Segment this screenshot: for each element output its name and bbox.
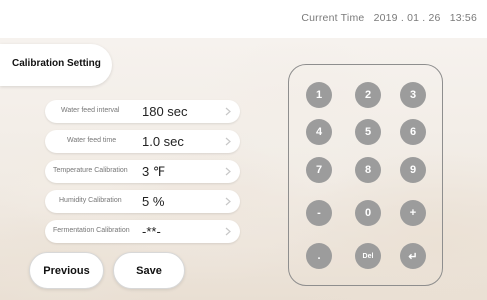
key-8[interactable]: 8 bbox=[355, 157, 381, 183]
setting-label: Water feed time bbox=[67, 137, 117, 144]
chevron-right-icon bbox=[225, 167, 231, 176]
key-4[interactable]: 4 bbox=[306, 119, 332, 145]
chevron-right-icon bbox=[225, 197, 231, 206]
key-3[interactable]: 3 bbox=[400, 82, 426, 108]
page-title: Calibration Setting bbox=[12, 58, 101, 69]
key-plus[interactable]: + bbox=[400, 200, 426, 226]
key-0[interactable]: 0 bbox=[355, 200, 381, 226]
chevron-right-icon bbox=[225, 137, 231, 146]
save-button[interactable]: Save bbox=[113, 252, 185, 289]
page-title-tab: Calibration Setting bbox=[0, 44, 112, 86]
setting-label: Humidity Calibration bbox=[59, 197, 122, 204]
setting-label: Temperature Calibration bbox=[53, 167, 128, 174]
setting-row-water-feed-interval[interactable]: Water feed interval 180 sec bbox=[45, 100, 240, 123]
setting-row-fermentation-calibration[interactable]: Fermentation Calibration -**- bbox=[45, 220, 240, 243]
status-bar: Current Time 2019 . 01 . 26 13:56 bbox=[0, 0, 487, 38]
setting-value: 180 sec bbox=[142, 104, 188, 119]
setting-value: 3 ℉ bbox=[142, 164, 166, 179]
current-time-label: Current Time bbox=[301, 12, 365, 24]
setting-value: -**- bbox=[142, 224, 161, 239]
key-1[interactable]: 1 bbox=[306, 82, 332, 108]
key-decimal[interactable]: . bbox=[306, 243, 332, 269]
key-7[interactable]: 7 bbox=[306, 157, 332, 183]
chevron-right-icon bbox=[225, 227, 231, 236]
chevron-right-icon bbox=[225, 107, 231, 116]
key-delete[interactable]: Del bbox=[355, 243, 381, 269]
current-date-value: 2019 . 01 . 26 bbox=[373, 12, 441, 24]
setting-label: Fermentation Calibration bbox=[53, 227, 130, 234]
setting-row-humidity-calibration[interactable]: Humidity Calibration 5 % bbox=[45, 190, 240, 213]
key-5[interactable]: 5 bbox=[355, 119, 381, 145]
key-2[interactable]: 2 bbox=[355, 82, 381, 108]
setting-value: 5 % bbox=[142, 194, 165, 209]
setting-label: Water feed interval bbox=[61, 107, 120, 114]
enter-icon[interactable]: ↵ bbox=[400, 243, 426, 269]
previous-button[interactable]: Previous bbox=[29, 252, 104, 289]
setting-value: 1.0 sec bbox=[142, 134, 184, 149]
key-minus[interactable]: - bbox=[306, 200, 332, 226]
setting-row-temperature-calibration[interactable]: Temperature Calibration 3 ℉ bbox=[45, 160, 240, 183]
key-9[interactable]: 9 bbox=[400, 157, 426, 183]
setting-row-water-feed-time[interactable]: Water feed time 1.0 sec bbox=[45, 130, 240, 153]
current-time: Current Time 2019 . 01 . 26 13:56 bbox=[295, 12, 477, 24]
key-6[interactable]: 6 bbox=[400, 119, 426, 145]
current-time-value: 13:56 bbox=[449, 12, 477, 24]
